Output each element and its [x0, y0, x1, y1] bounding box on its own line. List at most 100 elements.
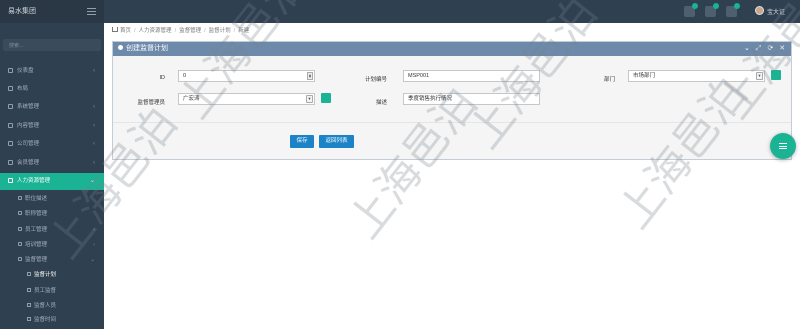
- breadcrumb-separator: /: [134, 28, 136, 34]
- breadcrumb: 首页 / 人力资源管理 / 监督管理 / 监督计划 / 新建: [112, 26, 252, 36]
- sidebar-subsubitem-label: 监督时间: [34, 317, 57, 323]
- save-button[interactable]: 保存: [290, 135, 314, 148]
- sidebar-item-member[interactable]: 会员管理 ‹: [0, 155, 104, 172]
- sidebar-subsubitem-label: 监督人员: [34, 303, 57, 309]
- sidebar-subitem-supervision[interactable]: 监督管理 ⌄: [0, 254, 104, 267]
- supervision-icon: [18, 257, 22, 261]
- sidebar-subsubitem-label: 监督计划: [34, 272, 57, 278]
- sidebar-subsubitem-label: 员工监督: [34, 288, 57, 294]
- manager-label: 监督管理员: [137, 100, 165, 106]
- dept-select[interactable]: 市场部门 ▼: [628, 70, 765, 82]
- id-label: ID: [159, 75, 166, 81]
- manager-picker-button[interactable]: [321, 93, 331, 103]
- notification-badge: [692, 3, 698, 9]
- sidebar-subitem-label: 职称管理: [25, 211, 48, 217]
- chevron-down-icon: ⌄: [90, 257, 95, 263]
- chevron-left-icon: ‹: [93, 104, 95, 110]
- panel-header: 创建监督计划 ⌄ ⤢ ⟳ ✕: [113, 42, 791, 56]
- user-name[interactable]: 宝大证: [767, 7, 785, 16]
- sidebar-subitem-label: 培训管理: [25, 242, 48, 248]
- chevron-down-icon: ▼: [306, 95, 313, 103]
- dept-picker-button[interactable]: [771, 70, 781, 80]
- chevron-down-icon: ⌄: [89, 178, 95, 184]
- avatar[interactable]: [755, 6, 764, 15]
- info-icon: [118, 45, 123, 50]
- breadcrumb-separator: /: [174, 28, 177, 34]
- sidebar-item-layout[interactable]: 布局: [0, 81, 104, 98]
- sidebar-subsubitem-staff[interactable]: 员工监督: [0, 285, 104, 298]
- employee-icon: [18, 227, 22, 231]
- chevron-left-icon: ‹: [93, 123, 95, 129]
- sidebar-subitem-title[interactable]: 职称管理: [0, 208, 104, 221]
- chevron-left-icon: ‹: [93, 160, 95, 166]
- sidebar-subitem-label: 员工管理: [25, 227, 48, 233]
- staff-icon: [27, 288, 31, 292]
- panel-tools-icons[interactable]: ⌄ ⤢ ⟳ ✕: [744, 42, 787, 56]
- sidebar-item-label: 公司管理: [17, 141, 40, 147]
- home-icon: [112, 27, 118, 32]
- desc-value: 季度销售执行情况: [408, 96, 453, 102]
- clock-icon: [27, 317, 31, 321]
- chevron-left-icon: ‹: [93, 227, 95, 233]
- sidebar-subsubitem-plan[interactable]: 监督计划: [0, 269, 104, 282]
- create-plan-panel: 创建监督计划 ⌄ ⤢ ⟳ ✕ ID 0 计划编号 MSP001 部门 市场部门 …: [112, 41, 792, 160]
- breadcrumb-home[interactable]: 首页: [120, 28, 131, 34]
- number-spinner-icon[interactable]: [307, 72, 313, 80]
- chevron-left-icon: ‹: [93, 68, 95, 74]
- floating-menu-button[interactable]: [770, 133, 796, 159]
- plan-no-value: MSP001: [408, 73, 430, 79]
- sidebar-subitem-training[interactable]: 培训管理 ‹: [0, 239, 104, 252]
- breadcrumb-supervision[interactable]: 监督管理: [179, 28, 201, 34]
- sidebar-item-hr[interactable]: 人力资源管理 ⌄: [0, 173, 104, 190]
- task-icon[interactable]: [726, 3, 740, 17]
- sidebar-item-label: 会员管理: [17, 160, 40, 166]
- menu-toggle-icon[interactable]: [87, 8, 96, 15]
- id-value: 0: [183, 73, 187, 79]
- sidebar-item-company[interactable]: 公司管理 ‹: [0, 136, 104, 153]
- member-icon: [8, 160, 13, 165]
- company-icon: [8, 141, 13, 146]
- breadcrumb-current: 新建: [238, 28, 250, 34]
- breadcrumb-separator: /: [204, 28, 206, 34]
- desc-input[interactable]: 季度销售执行情况: [403, 93, 540, 105]
- sidebar-subitem-label: 监督管理: [25, 257, 48, 263]
- sidebar-subsubitem-people[interactable]: 监督人员: [0, 300, 104, 313]
- hr-icon: [8, 178, 13, 183]
- position-icon: [18, 196, 22, 200]
- sidebar-subitem-employee[interactable]: 员工管理 ‹: [0, 224, 104, 237]
- bell-icon[interactable]: [684, 3, 698, 17]
- list-icon: [779, 143, 787, 149]
- sidebar-item-label: 内容管理: [17, 123, 40, 129]
- sidebar-item-dashboard[interactable]: 仪表盘 ‹: [0, 63, 104, 80]
- chevron-down-icon: ▼: [756, 72, 763, 80]
- sidebar: 搜索... 仪表盘 ‹ 布局 系统管理 ‹ 内容管理 ‹ 公司管理 ‹ 会员管理 ‹ 人力…: [0, 23, 104, 329]
- top-navbar: 易水集团 宝大证: [0, 0, 800, 23]
- sidebar-subsubitem-time[interactable]: 监督时间: [0, 314, 104, 327]
- sidebar-item-label: 系统管理: [17, 104, 40, 110]
- sidebar-search-input[interactable]: 搜索...: [3, 39, 101, 51]
- chevron-left-icon: ‹: [93, 141, 95, 147]
- breadcrumb-hr[interactable]: 人力资源管理: [139, 28, 172, 34]
- training-icon: [18, 242, 22, 246]
- people-icon: [27, 303, 31, 307]
- dashboard-icon: [8, 68, 13, 73]
- plan-no-label: 计划编号: [364, 77, 387, 83]
- breadcrumb-plan[interactable]: 监督计划: [209, 28, 231, 34]
- form-body: ID 0 计划编号 MSP001 部门 市场部门 ▼ 监督管理员 广宏涛 ▼ 描…: [113, 56, 791, 159]
- message-icon[interactable]: [705, 3, 719, 17]
- layout-icon: [8, 86, 13, 91]
- back-to-list-button[interactable]: 返回列表: [319, 135, 354, 148]
- system-icon: [8, 104, 13, 109]
- panel-title: 创建监督计划: [126, 45, 168, 52]
- plan-no-input[interactable]: MSP001: [403, 70, 540, 82]
- content-icon: [8, 123, 13, 128]
- task-badge: [734, 3, 740, 9]
- sidebar-subitem-label: 职位描述: [25, 196, 48, 202]
- id-input[interactable]: 0: [178, 70, 315, 82]
- manager-select[interactable]: 广宏涛 ▼: [178, 93, 315, 105]
- sidebar-item-content[interactable]: 内容管理 ‹: [0, 118, 104, 135]
- sidebar-item-label: 仪表盘: [17, 68, 34, 74]
- sidebar-item-system[interactable]: 系统管理 ‹: [0, 99, 104, 116]
- sidebar-subitem-position[interactable]: 职位描述: [0, 193, 104, 206]
- title-icon: [18, 211, 22, 215]
